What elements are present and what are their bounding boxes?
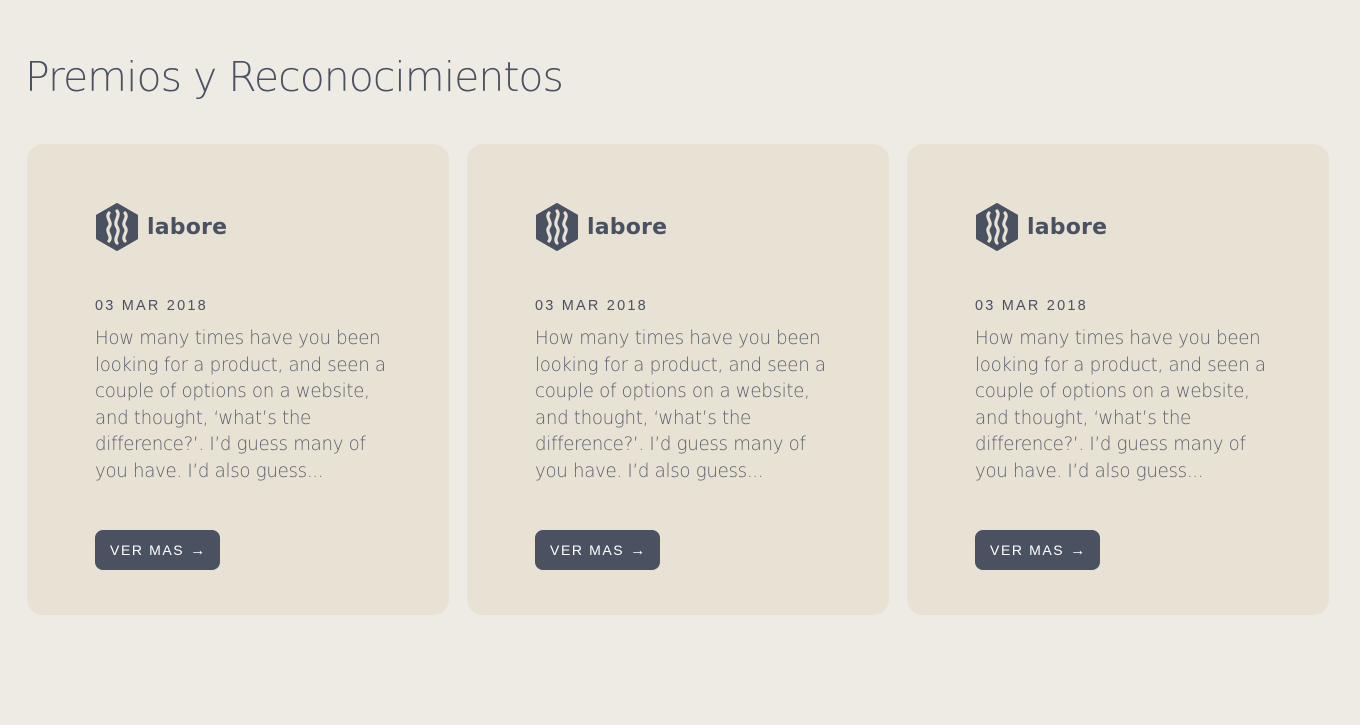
arrow-right-icon: →: [1070, 541, 1086, 559]
award-description: How many times have you been looking for…: [95, 328, 386, 482]
labore-hexagon-logo-icon: [976, 203, 1018, 251]
award-card: labore 03 MAR 2018 How many times have y…: [907, 144, 1329, 615]
arrow-right-icon: →: [630, 541, 646, 559]
ver-mas-label: VER MAS: [110, 542, 185, 558]
company-logo: labore: [975, 203, 1107, 251]
award-date: 03 MAR 2018: [535, 298, 648, 314]
award-date: 03 MAR 2018: [95, 298, 208, 314]
award-description: How many times have you been looking for…: [535, 328, 826, 482]
awards-card-list: labore 03 MAR 2018 How many times have y…: [27, 144, 1329, 615]
award-date: 03 MAR 2018: [975, 298, 1088, 314]
award-description: How many times have you been looking for…: [975, 328, 1266, 482]
company-logo: labore: [535, 203, 667, 251]
logo-text: labore: [587, 214, 668, 240]
labore-hexagon-logo-icon: [96, 203, 138, 251]
ver-mas-button[interactable]: VER MAS →: [535, 530, 661, 570]
ver-mas-button[interactable]: VER MAS →: [95, 530, 221, 570]
labore-hexagon-logo-icon: [536, 203, 578, 251]
company-logo: labore: [95, 203, 227, 251]
section-title: Premios y Reconocimientos: [25, 53, 564, 101]
ver-mas-button[interactable]: VER MAS →: [975, 530, 1101, 570]
award-card: labore 03 MAR 2018 How many times have y…: [27, 144, 449, 615]
arrow-right-icon: →: [190, 541, 206, 559]
logo-text: labore: [147, 214, 228, 240]
award-card: labore 03 MAR 2018 How many times have y…: [467, 144, 889, 615]
logo-text: labore: [1027, 214, 1108, 240]
ver-mas-label: VER MAS: [550, 542, 625, 558]
ver-mas-label: VER MAS: [990, 542, 1065, 558]
